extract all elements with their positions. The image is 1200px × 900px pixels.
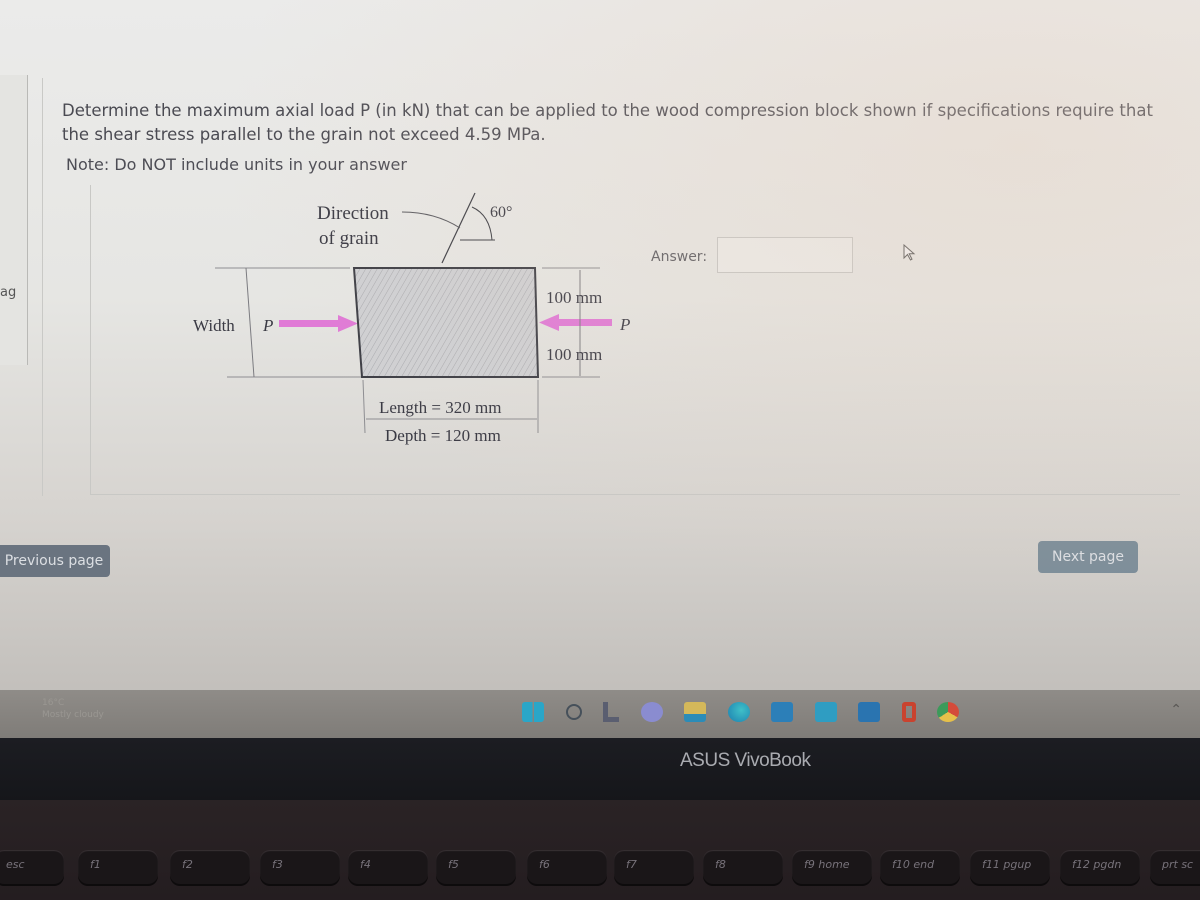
answer-label: Answer: — [651, 249, 708, 265]
key-f2[interactable]: f2 — [170, 850, 250, 884]
key-f9-home[interactable]: f9 home — [792, 850, 872, 884]
length-label: Length = 320 mm — [379, 398, 501, 417]
key-f12-pgdn[interactable]: f12 pgdn — [1060, 850, 1140, 884]
answer-input[interactable] — [717, 237, 853, 273]
key-f6[interactable]: f6 — [527, 850, 607, 884]
windows-start-icon[interactable] — [522, 702, 544, 722]
width-dimension-line — [245, 267, 255, 378]
left-side-panel: ag — [0, 75, 28, 365]
load-left-label: P — [262, 316, 273, 335]
laptop-keyboard: esc f1 f2 f3 f4 f5 f6 f7 f8 f9 home f10 … — [0, 800, 1200, 900]
wood-block — [352, 267, 540, 378]
side-panel-label: ag — [0, 285, 17, 300]
weather-temperature: 16°C — [42, 698, 65, 708]
file-explorer-icon[interactable] — [684, 702, 706, 722]
key-prt-sc[interactable]: prt sc — [1150, 850, 1200, 884]
grain-label-line1: Direction — [317, 203, 389, 224]
load-arrow-right-head — [539, 314, 559, 331]
weather-description: Mostly cloudy — [42, 710, 104, 720]
mouse-cursor-icon — [903, 244, 916, 261]
key-f4[interactable]: f4 — [348, 850, 428, 884]
outlook-icon[interactable] — [858, 702, 880, 722]
load-right-label: P — [619, 315, 630, 334]
key-f10-end[interactable]: f10 end — [880, 850, 960, 884]
length-extension-left — [362, 379, 366, 434]
chat-icon[interactable] — [640, 702, 663, 722]
dimension-bottom-label: 100 mm — [546, 345, 602, 364]
load-arrow-left-shaft — [279, 320, 341, 327]
system-tray-chevron-icon[interactable]: ⌃ — [1170, 702, 1182, 718]
mail-icon[interactable] — [814, 702, 837, 722]
key-f1[interactable]: f1 — [78, 850, 158, 884]
laptop-brand-logo: ASUS VivoBook — [680, 750, 811, 771]
key-f5[interactable]: f5 — [436, 850, 516, 884]
next-page-button[interactable]: Next page — [1038, 541, 1138, 573]
width-label: Width — [193, 316, 235, 335]
question-note: Note: Do NOT include units in your answe… — [66, 155, 407, 174]
edge-icon[interactable] — [727, 702, 750, 722]
angle-label: 60° — [490, 204, 512, 221]
key-f7[interactable]: f7 — [614, 850, 694, 884]
store-icon[interactable] — [771, 702, 793, 722]
windows-taskbar: 16°C Mostly cloudy ⌃ — [0, 690, 1200, 738]
grain-leader-line — [401, 211, 461, 229]
monitor-screen: ag Determine the maximum axial load P (i… — [0, 0, 1200, 740]
key-f11-pgup[interactable]: f11 pgup — [970, 850, 1050, 884]
dimension-top-label: 100 mm — [546, 288, 602, 307]
depth-label: Depth = 120 mm — [385, 426, 501, 445]
search-icon[interactable] — [565, 704, 582, 720]
weather-widget[interactable]: 16°C Mostly cloudy — [42, 697, 104, 721]
load-arrow-right-shaft — [556, 319, 612, 326]
widgets-icon[interactable] — [603, 702, 619, 722]
key-f8[interactable]: f8 — [703, 850, 783, 884]
chrome-icon[interactable] — [937, 702, 959, 722]
grain-label-line2: of grain — [319, 228, 379, 249]
question-text: Determine the maximum axial load P (in k… — [62, 101, 1153, 144]
key-f3[interactable]: f3 — [260, 850, 340, 884]
laptop-bezel: ASUS VivoBook — [0, 738, 1200, 802]
load-arrow-left-head — [338, 315, 358, 332]
angle-arc — [471, 206, 493, 241]
previous-page-button[interactable]: Previous page — [0, 545, 110, 577]
grain-direction-line — [441, 192, 476, 264]
key-esc[interactable]: esc — [0, 850, 64, 884]
office-icon[interactable] — [901, 702, 916, 722]
compression-block-figure: Width P Direction of grain 60° P 100 mm … — [193, 192, 630, 445]
